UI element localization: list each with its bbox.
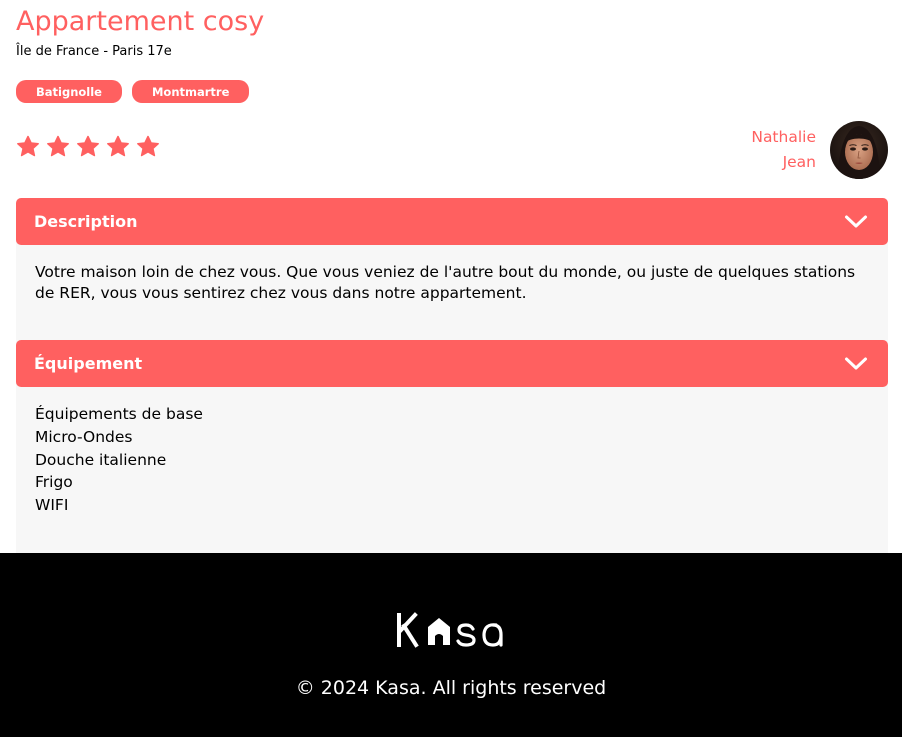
equipment-item: Micro-Ondes (35, 427, 133, 446)
host-avatar (830, 121, 888, 179)
listing-title: Appartement cosy (16, 6, 265, 37)
star-icon (46, 135, 70, 159)
description-title: Description (34, 212, 138, 231)
listing-location: Île de France - Paris 17e (16, 44, 172, 59)
star-icon (106, 135, 130, 159)
host-first-name: Nathalie (751, 128, 816, 146)
description-text: Votre maison loin de chez vous. Que vous… (35, 263, 856, 302)
equipment-item: Douche italienne (35, 450, 167, 469)
star-rating (16, 135, 160, 159)
equipment-collapse: Équipement Équipements de base Micro-Ond… (16, 340, 888, 581)
description-toggle[interactable]: Description (16, 198, 888, 245)
tag-batignolle[interactable]: Batignolle (16, 80, 122, 103)
equipment-toggle[interactable]: Équipement (16, 340, 888, 387)
equipment-item: WIFI (35, 496, 69, 515)
equipment-item: Frigo (35, 473, 73, 492)
equipment-item: Équipements de base (35, 405, 203, 423)
host-name: Nathalie Jean (751, 125, 816, 175)
host-last-name: Jean (782, 153, 816, 171)
equipment-body: Équipements de base Micro-Ondes Douche i… (16, 382, 888, 581)
kasa-logo[interactable] (396, 610, 510, 650)
star-icon (136, 135, 160, 159)
listing-page: Appartement cosy Île de France - Paris 1… (0, 0, 902, 581)
chevron-down-icon[interactable] (844, 214, 868, 230)
star-icon (16, 135, 40, 159)
tag-montmartre[interactable]: Montmartre (131, 80, 250, 103)
chevron-down-icon[interactable] (844, 356, 868, 372)
equipment-list: Équipements de base Micro-Ondes Douche i… (35, 403, 869, 517)
star-icon (76, 135, 100, 159)
equipment-title: Équipement (34, 354, 143, 373)
host-info: Nathalie Jean (751, 121, 888, 179)
copyright-text: © 2024 Kasa. All rights reserved (295, 677, 607, 699)
tag-list: Batignolle Montmartre (16, 80, 250, 103)
